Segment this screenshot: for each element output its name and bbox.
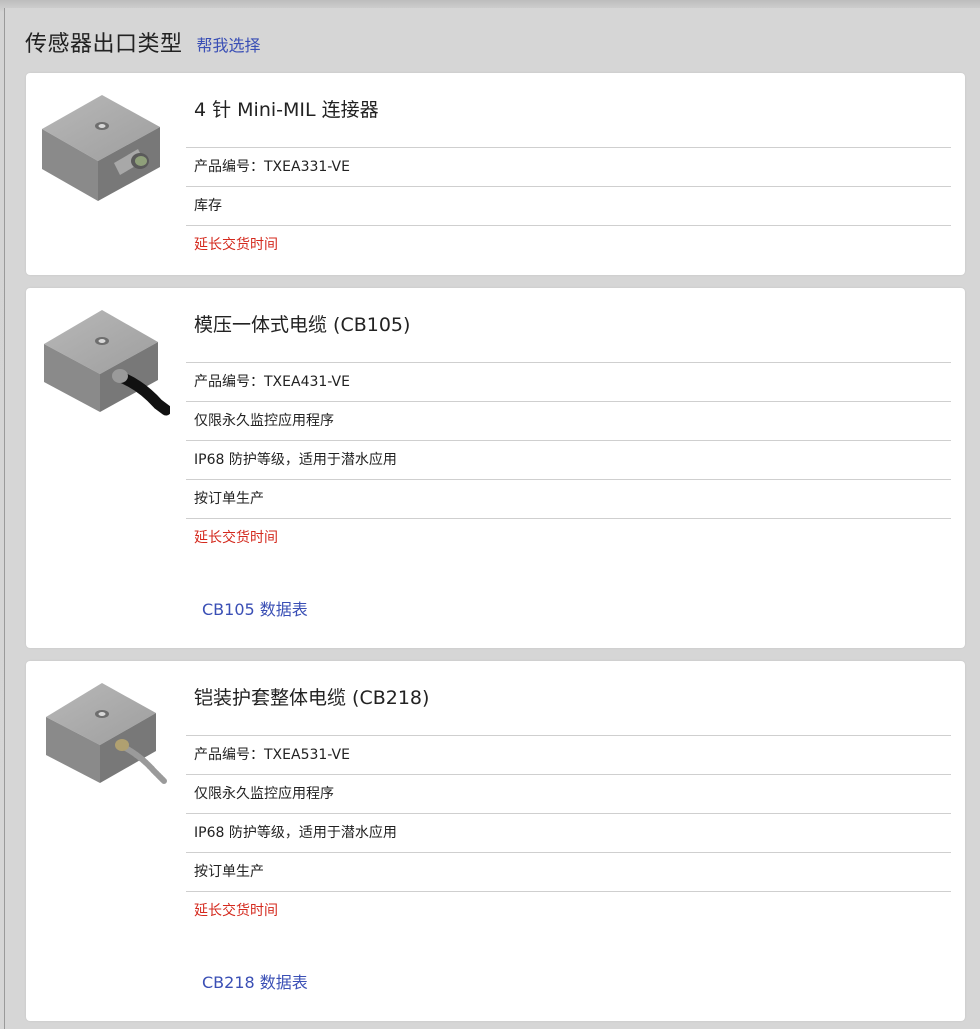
delivery-time-warning: 延长交货时间 <box>194 903 278 919</box>
section-title: 传感器出口类型 <box>25 32 183 57</box>
product-title: 铠装护套整体电缆 (CB218) <box>186 661 951 736</box>
help-me-choose-link[interactable]: 帮我选择 <box>197 32 261 56</box>
protection-rating: IP68 防护等级，适用于潜水应用 <box>186 441 951 480</box>
delivery-time-warning: 延长交货时间 <box>194 237 278 253</box>
cb218-datasheet-link[interactable]: CB218 数据表 <box>202 969 308 993</box>
protection-rating: IP68 防护等级，适用于潜水应用 <box>186 814 951 853</box>
application-note: 仅限永久监控应用程序 <box>186 402 951 441</box>
product-number: 产品编号：TXEA531-VE <box>186 736 951 775</box>
application-note: 仅限永久监控应用程序 <box>186 775 951 814</box>
product-details: 模压一体式电缆 (CB105) 产品编号：TXEA431-VE 仅限永久监控应用… <box>186 288 951 557</box>
product-details: 4 针 Mini-MIL 连接器 产品编号：TXEA331-VE 库存 延长交货… <box>186 73 951 264</box>
product-title: 模压一体式电缆 (CB105) <box>186 288 951 363</box>
product-card[interactable]: 模压一体式电缆 (CB105) 产品编号：TXEA431-VE 仅限永久监控应用… <box>26 288 965 648</box>
product-number: 产品编号：TXEA331-VE <box>186 148 951 187</box>
product-number: 产品编号：TXEA431-VE <box>186 363 951 402</box>
sensor-armored-cable-image <box>40 679 170 799</box>
section-header: 传感器出口类型 帮我选择 <box>25 26 261 60</box>
cb105-datasheet-link[interactable]: CB105 数据表 <box>202 596 308 620</box>
sensor-connector-image <box>40 91 170 211</box>
delivery-time-warning: 延长交货时间 <box>194 530 278 546</box>
made-to-order: 按订单生产 <box>186 480 951 519</box>
made-to-order: 按订单生产 <box>186 853 951 892</box>
stock-status: 库存 <box>186 187 951 226</box>
product-card[interactable]: 4 针 Mini-MIL 连接器 产品编号：TXEA331-VE 库存 延长交货… <box>26 73 965 275</box>
product-details: 铠装护套整体电缆 (CB218) 产品编号：TXEA531-VE 仅限永久监控应… <box>186 661 951 930</box>
product-card[interactable]: 铠装护套整体电缆 (CB218) 产品编号：TXEA531-VE 仅限永久监控应… <box>26 661 965 1021</box>
sensor-molded-cable-image <box>40 306 172 426</box>
product-title: 4 针 Mini-MIL 连接器 <box>186 73 951 148</box>
